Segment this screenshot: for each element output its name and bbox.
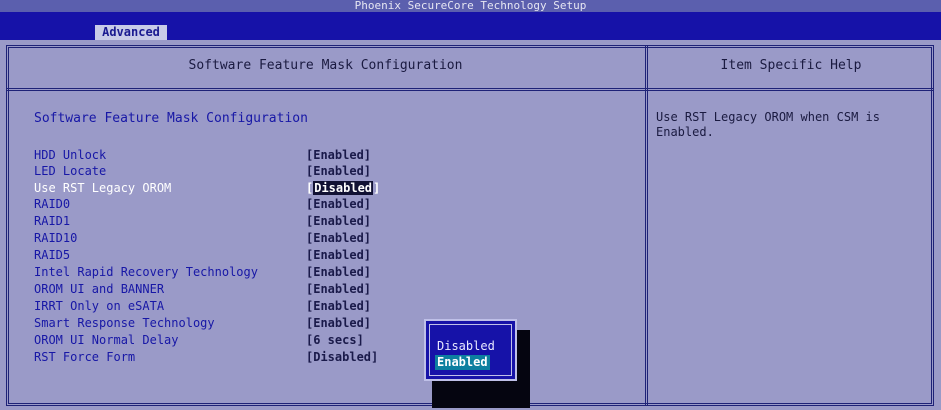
setting-label: LED Locate [34, 164, 107, 178]
setting-label: HDD Unlock [34, 148, 107, 162]
tab-advanced[interactable]: Advanced [95, 25, 167, 40]
menu-bar: Advanced [0, 12, 941, 40]
setting-led-locate[interactable]: LED Locate [Enabled] [34, 163, 394, 179]
setting-irrt-only-esata[interactable]: IRRT Only on eSATA [Enabled] [34, 298, 394, 314]
option-enabled[interactable]: Enabled [435, 355, 490, 370]
setting-label: IRRT Only on eSATA [34, 299, 165, 313]
value-bracket-close: ] [373, 181, 381, 195]
setting-hdd-unlock[interactable]: HDD Unlock [Enabled] [34, 147, 394, 163]
setting-raid0[interactable]: RAID0 [Enabled] [34, 196, 394, 212]
header-divider [6, 88, 934, 91]
selected-value: Disabled [313, 181, 374, 195]
setting-raid1[interactable]: RAID1 [Enabled] [34, 213, 394, 229]
panel-divider [645, 45, 648, 406]
setting-label: RAID10 [34, 231, 78, 245]
setting-label: RAID5 [34, 248, 71, 262]
option-popup: Disabled Enabled [424, 319, 517, 381]
setting-value[interactable]: [Enabled] [306, 163, 371, 179]
setting-label: Smart Response Technology [34, 316, 215, 330]
setting-value[interactable]: [Enabled] [306, 196, 371, 212]
help-header: Item Specific Help [720, 58, 862, 73]
setting-value[interactable]: [Enabled] [306, 247, 371, 263]
setting-value[interactable]: [Disabled] [306, 349, 378, 365]
setting-label: Intel Rapid Recovery Technology [34, 265, 258, 279]
setting-smart-response[interactable]: Smart Response Technology [Enabled] [34, 315, 394, 331]
setting-label: RST Force Form [34, 350, 136, 364]
setting-intel-rapid-recovery[interactable]: Intel Rapid Recovery Technology [Enabled… [34, 264, 394, 280]
setting-value[interactable]: [Enabled] [306, 213, 371, 229]
setting-value[interactable]: [Enabled] [306, 147, 371, 163]
option-disabled[interactable]: Disabled [435, 339, 497, 354]
setting-label: OROM UI Normal Delay [34, 333, 179, 347]
setting-value[interactable]: [Disabled] [306, 180, 380, 196]
setting-label: OROM UI and BANNER [34, 282, 165, 296]
setting-value[interactable]: [Enabled] [306, 230, 371, 246]
setting-value[interactable]: [Enabled] [306, 315, 371, 331]
panel-header: Software Feature Mask Configuration [188, 58, 463, 73]
section-title: Software Feature Mask Configuration [34, 111, 308, 126]
setting-orom-ui-banner[interactable]: OROM UI and BANNER [Enabled] [34, 281, 394, 297]
setting-label: Use RST Legacy OROM [34, 181, 172, 195]
setting-value[interactable]: [6 secs] [306, 332, 364, 348]
setting-value[interactable]: [Enabled] [306, 264, 371, 280]
help-text: Use RST Legacy OROM when CSM is Enabled. [656, 110, 880, 139]
setting-rst-force-form[interactable]: RST Force Form [Disabled] [34, 349, 394, 365]
setting-value[interactable]: [Enabled] [306, 298, 371, 314]
setting-use-rst-legacy-orom[interactable]: Use RST Legacy OROM [Disabled] [34, 180, 394, 196]
setting-value[interactable]: [Enabled] [306, 281, 371, 297]
window-title: Phoenix SecureCore Technology Setup [0, 0, 941, 12]
setting-raid5[interactable]: RAID5 [Enabled] [34, 247, 394, 263]
setting-label: RAID1 [34, 214, 71, 228]
setting-raid10[interactable]: RAID10 [Enabled] [34, 230, 394, 246]
setting-orom-ui-normal-delay[interactable]: OROM UI Normal Delay [6 secs] [34, 332, 394, 348]
setting-label: RAID0 [34, 197, 71, 211]
